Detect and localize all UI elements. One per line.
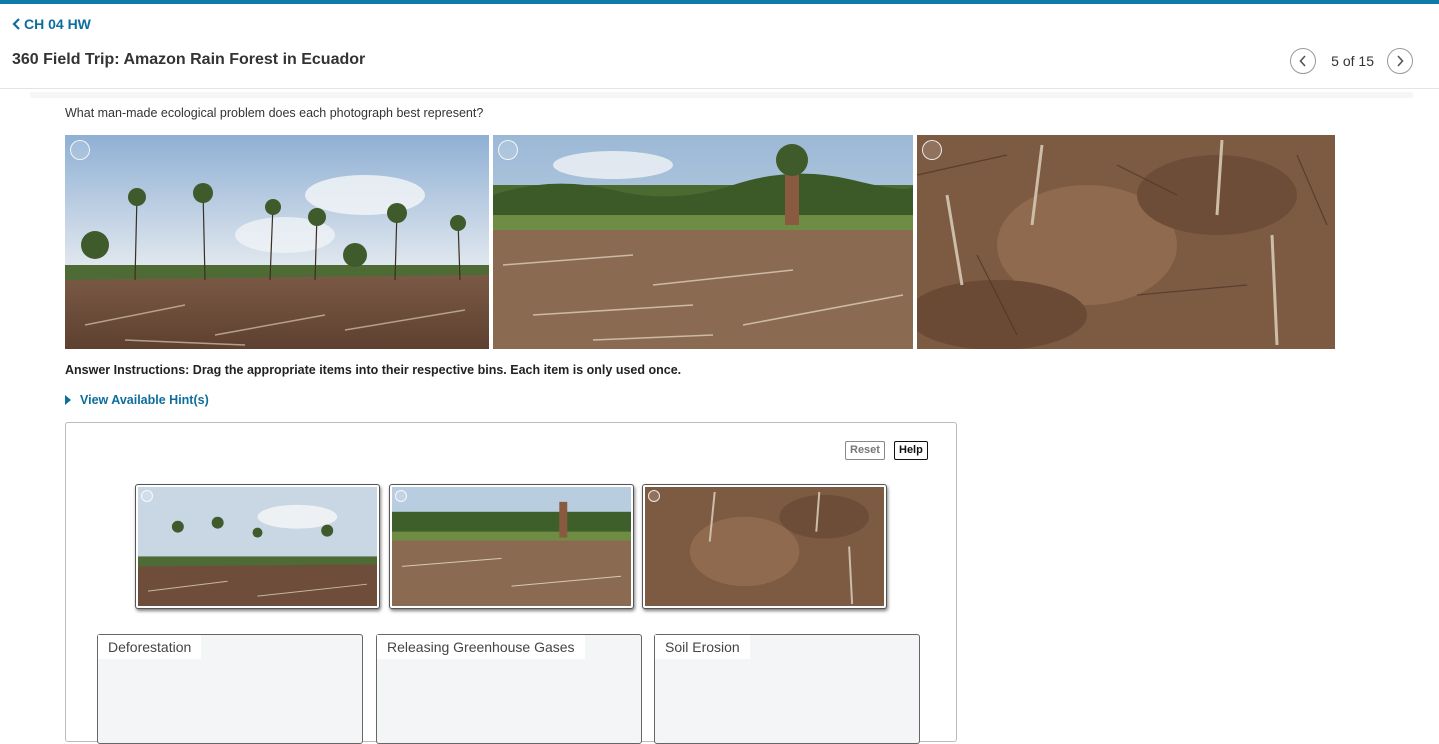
- bin-label: Deforestation: [98, 635, 202, 659]
- greenhouse-gases-image: [493, 135, 913, 349]
- top-accent-bar: [0, 0, 1439, 4]
- back-link-label: CH 04 HW: [24, 16, 91, 32]
- photo-soil-erosion: [917, 135, 1335, 349]
- question-text: What man-made ecological problem does ea…: [65, 106, 484, 120]
- chevron-left-icon: [12, 18, 20, 30]
- view-hints-label: View Available Hint(s): [80, 393, 209, 407]
- previous-button[interactable]: [1290, 48, 1317, 74]
- content-shadow: [30, 92, 1413, 98]
- soil-erosion-image: [917, 135, 1335, 349]
- 360-view-icon[interactable]: [498, 140, 518, 160]
- deforestation-image: [65, 135, 489, 349]
- bin-deforestation[interactable]: Deforestation: [97, 634, 363, 744]
- help-button[interactable]: Help: [894, 441, 928, 460]
- 360-view-icon[interactable]: [922, 140, 942, 160]
- chevron-left-icon: [1299, 55, 1306, 67]
- answer-instructions: Answer Instructions: Drag the appropriat…: [65, 363, 682, 377]
- page-counter: 5 of 15: [1331, 53, 1374, 69]
- 360-view-icon: [395, 490, 407, 502]
- bin-releasing-greenhouse-gases[interactable]: Releasing Greenhouse Gases: [376, 634, 642, 744]
- 360-view-icon: [648, 490, 660, 502]
- photo-greenhouse: [493, 135, 913, 349]
- draggable-item-deforestation-photo[interactable]: [135, 484, 380, 609]
- next-button[interactable]: [1387, 48, 1413, 74]
- 360-view-icon: [141, 490, 153, 502]
- 360-view-icon[interactable]: [70, 140, 90, 160]
- photo-deforestation: [65, 135, 489, 349]
- back-link[interactable]: CH 04 HW: [12, 16, 91, 32]
- pagination: 5 of 15: [1290, 48, 1413, 74]
- tile-image: [392, 487, 631, 606]
- bin-label: Releasing Greenhouse Gases: [377, 635, 585, 659]
- tile-image: [645, 487, 884, 606]
- bin-soil-erosion[interactable]: Soil Erosion: [654, 634, 920, 744]
- draggable-item-soil-erosion-photo[interactable]: [642, 484, 887, 609]
- bin-label: Soil Erosion: [655, 635, 750, 659]
- reset-button[interactable]: Reset: [845, 441, 885, 460]
- draggable-item-greenhouse-photo[interactable]: [389, 484, 634, 609]
- caret-right-icon: [65, 395, 71, 405]
- page-title: 360 Field Trip: Amazon Rain Forest in Ec…: [12, 51, 366, 68]
- header-divider: [0, 88, 1439, 89]
- chevron-right-icon: [1397, 55, 1404, 67]
- view-hints-toggle[interactable]: View Available Hint(s): [65, 393, 209, 407]
- tile-image: [138, 487, 377, 606]
